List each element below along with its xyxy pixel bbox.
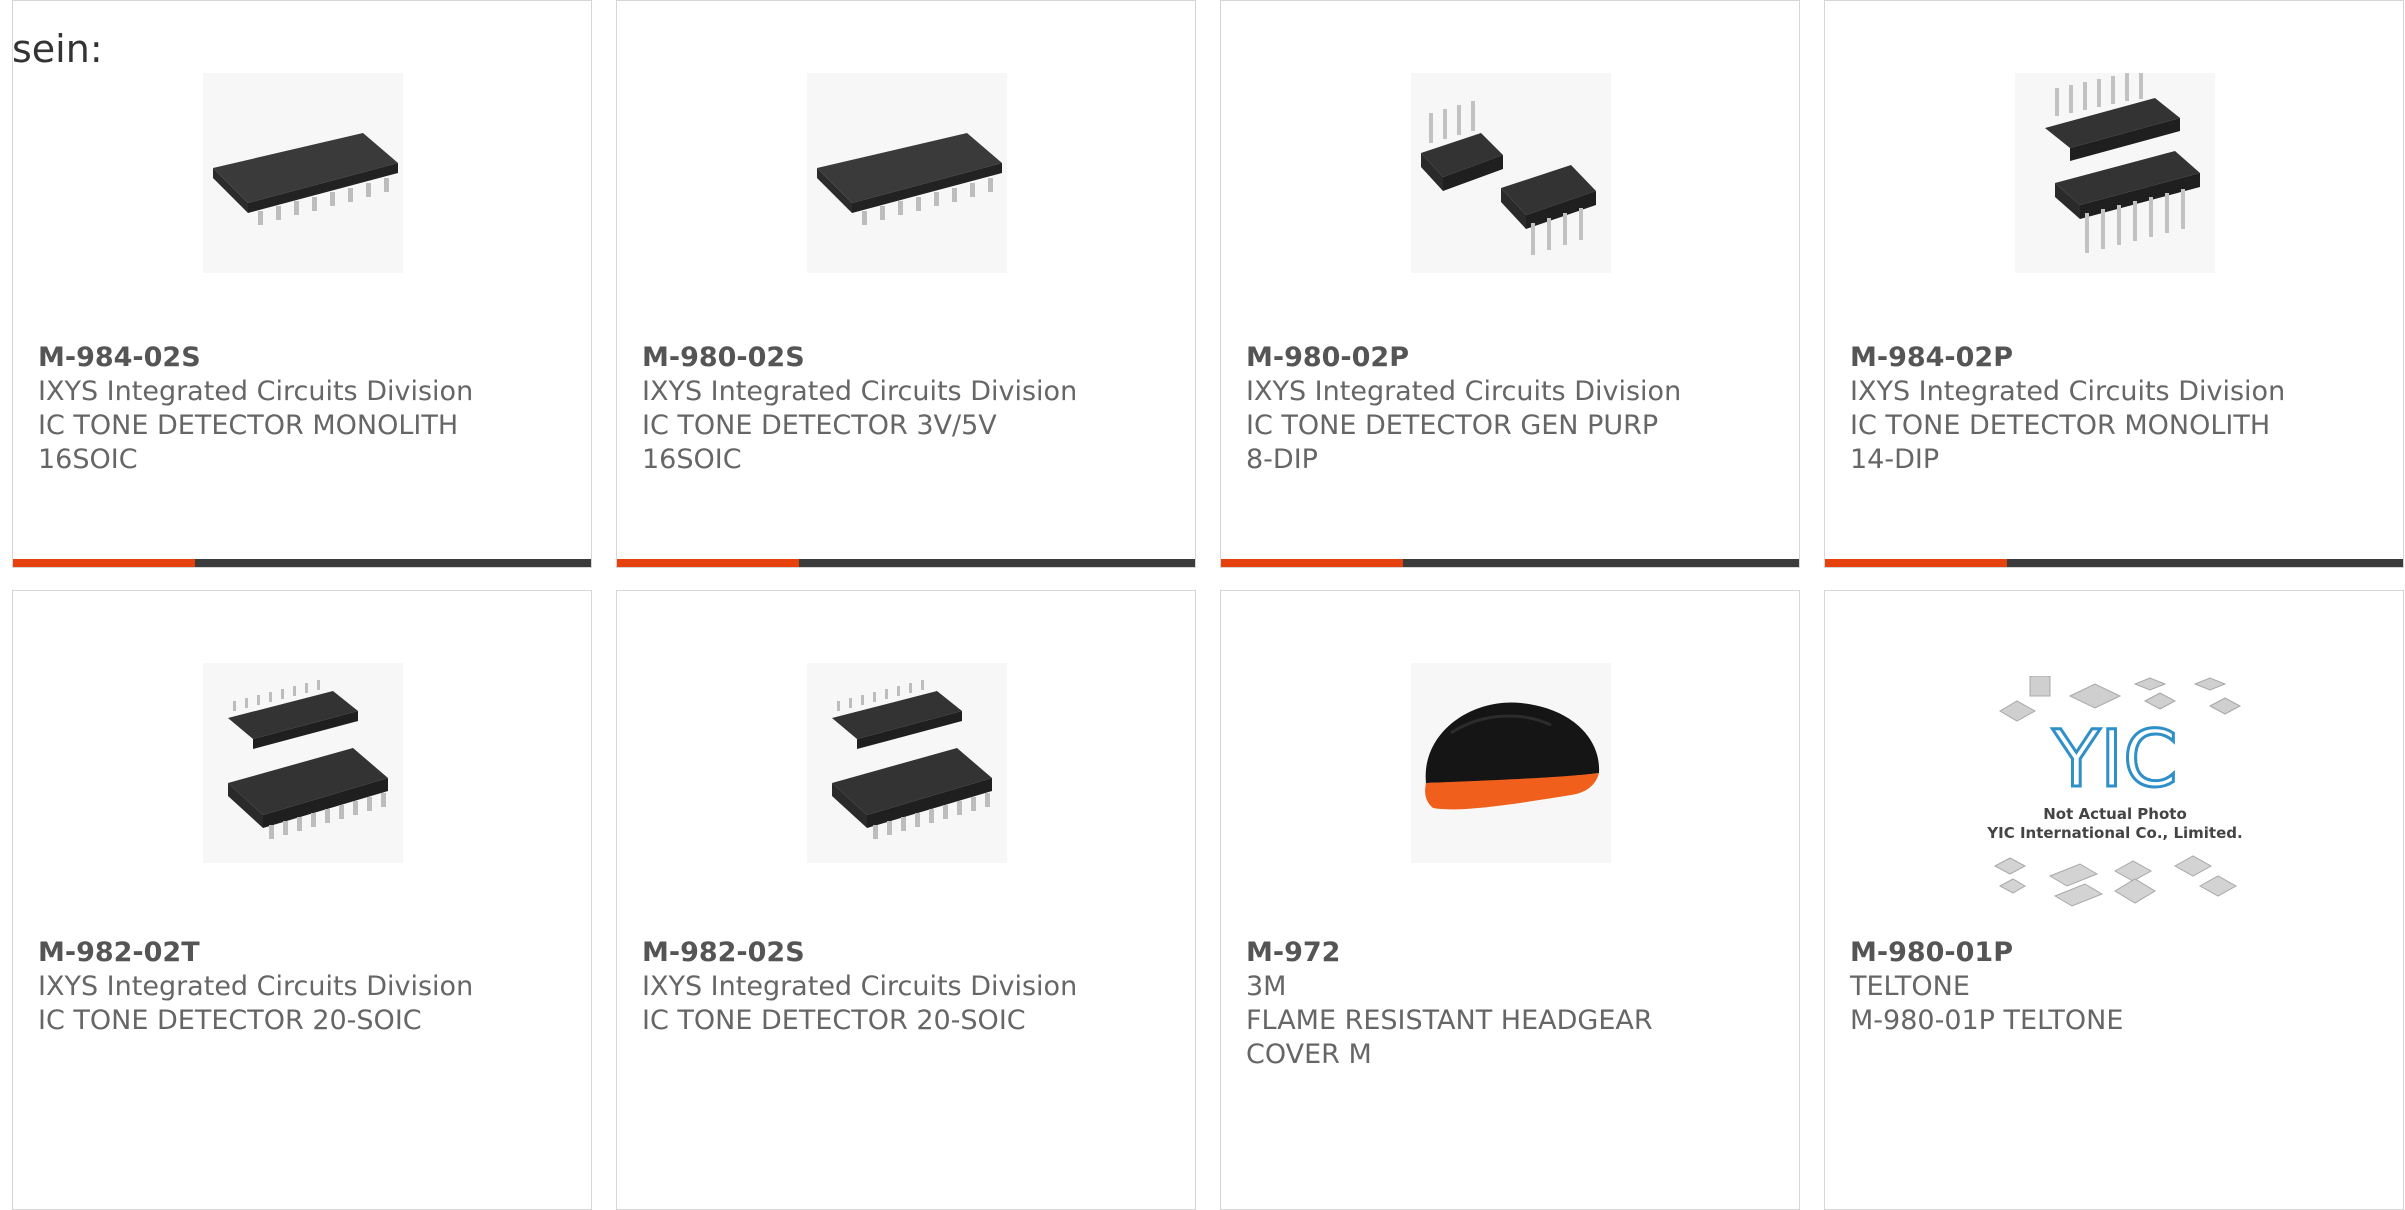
soic-chip-icon[interactable] [203, 73, 403, 273]
description-line-1: IC TONE DETECTOR MONOLITH [1850, 410, 2271, 441]
headgear-icon[interactable] [1411, 663, 1611, 863]
description-line-1: IC TONE DETECTOR MONOLITH [38, 410, 459, 441]
part-number[interactable]: M-984-02S [38, 341, 578, 375]
description-line-2: 16SOIC [38, 444, 138, 475]
dip14-chip-icon[interactable] [2015, 73, 2215, 273]
manufacturer: IXYS Integrated Circuits Division [1246, 376, 1682, 407]
product-card[interactable]: M-972 3M FLAME RESISTANT HEADGEAR COVER … [1220, 590, 1800, 1210]
manufacturer: IXYS Integrated Circuits Division [38, 376, 474, 407]
description-line-1: IC TONE DETECTOR 3V/5V [642, 410, 997, 441]
product-card[interactable]: M-982-02T IXYS Integrated Circuits Divis… [12, 590, 592, 1210]
product-card[interactable]: M-980-02S IXYS Integrated Circuits Divis… [616, 0, 1196, 568]
card-accent [617, 559, 799, 567]
card-accent [13, 559, 195, 567]
part-number[interactable]: M-980-02P [1246, 341, 1786, 375]
description-line-2: 14-DIP [1850, 444, 1940, 475]
product-card[interactable]: M-982-02S IXYS Integrated Circuits Divis… [616, 590, 1196, 1210]
description-line-1: IC TONE DETECTOR 20-SOIC [38, 1005, 422, 1036]
part-number[interactable]: M-980-01P [1850, 936, 2390, 970]
soic20-chip-icon[interactable] [807, 663, 1007, 863]
lead-text: sein: [12, 27, 103, 71]
manufacturer: 3M [1246, 971, 1287, 1002]
product-card[interactable]: YIC Not Actual Photo YIC International C… [1824, 590, 2404, 1210]
description-line-1: IC TONE DETECTOR 20-SOIC [642, 1005, 1026, 1036]
description-line-1: FLAME RESISTANT HEADGEAR [1246, 1005, 1653, 1036]
manufacturer: IXYS Integrated Circuits Division [1850, 376, 2286, 407]
part-number[interactable]: M-984-02P [1850, 341, 2390, 375]
card-bar [1825, 559, 2403, 567]
part-number[interactable]: M-982-02T [38, 936, 578, 970]
manufacturer: IXYS Integrated Circuits Division [642, 971, 1078, 1002]
soic20-chip-icon[interactable] [203, 663, 403, 863]
placeholder-logo: YIC [2051, 715, 2177, 805]
card-bar [617, 559, 1195, 567]
product-card[interactable]: M-984-02S IXYS Integrated Circuits Divis… [12, 0, 592, 568]
description-line-2: 8-DIP [1246, 444, 1318, 475]
manufacturer: TELTONE [1850, 971, 1970, 1002]
manufacturer: IXYS Integrated Circuits Division [642, 376, 1078, 407]
manufacturer: IXYS Integrated Circuits Division [38, 971, 474, 1002]
card-bar [13, 559, 591, 567]
product-card[interactable]: M-980-02P IXYS Integrated Circuits Divis… [1220, 0, 1800, 568]
card-bar [1221, 559, 1799, 567]
description-line-1: M-980-01P TELTONE [1850, 1005, 2124, 1036]
part-number[interactable]: M-980-02S [642, 341, 1182, 375]
placeholder-line-2: YIC International Co., Limited. [1986, 824, 2242, 842]
description-line-1: IC TONE DETECTOR GEN PURP [1246, 410, 1659, 441]
description-line-2: 16SOIC [642, 444, 742, 475]
product-card[interactable]: M-984-02P IXYS Integrated Circuits Divis… [1824, 0, 2404, 568]
soic-chip-icon[interactable] [807, 73, 1007, 273]
card-accent [1825, 559, 2007, 567]
dip8-chip-icon[interactable] [1411, 73, 1611, 273]
part-number[interactable]: M-982-02S [642, 936, 1182, 970]
part-number[interactable]: M-972 [1246, 936, 1786, 970]
description-line-2: COVER M [1246, 1039, 1372, 1070]
placeholder-logo-icon[interactable]: YIC Not Actual Photo YIC International C… [1975, 676, 2255, 911]
card-accent [1221, 559, 1403, 567]
placeholder-line-1: Not Actual Photo [2043, 805, 2187, 823]
